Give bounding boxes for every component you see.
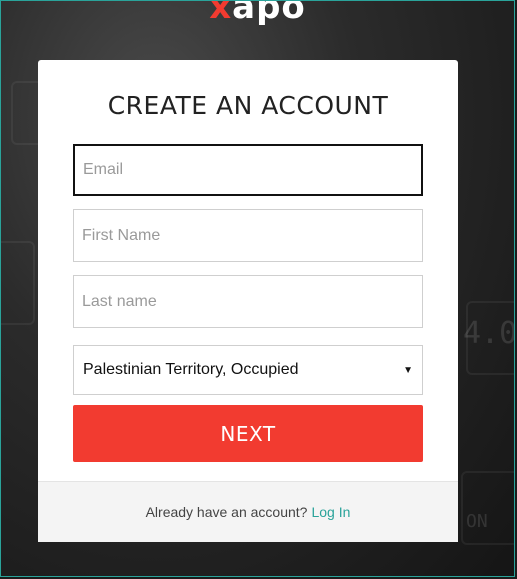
keyboard-key-decoration bbox=[461, 471, 514, 545]
signup-card: CREATE AN ACCOUNT Palestinian Territory,… bbox=[38, 60, 458, 542]
login-link[interactable]: Log In bbox=[311, 504, 350, 520]
first-name-input[interactable] bbox=[73, 209, 423, 262]
background-key-text: 4.0 bbox=[463, 316, 515, 351]
last-name-input[interactable] bbox=[73, 275, 423, 328]
account-prompt: Already have an account? bbox=[145, 504, 308, 520]
background-key-text: ON bbox=[466, 511, 488, 532]
country-select-value: Palestinian Territory, Occupied bbox=[83, 361, 299, 378]
logo-text: apo bbox=[232, 0, 306, 27]
dropdown-arrow-icon: ▼ bbox=[403, 364, 413, 376]
xapo-logo[interactable]: xapo bbox=[1, 0, 514, 27]
next-button[interactable]: NEXT bbox=[73, 405, 423, 462]
country-select[interactable]: Palestinian Territory, Occupied ▼ bbox=[73, 345, 423, 395]
next-button-label: NEXT bbox=[220, 421, 276, 446]
page-title: CREATE AN ACCOUNT bbox=[107, 91, 389, 120]
logo-x: x bbox=[209, 0, 233, 27]
card-footer: Already have an account? Log In bbox=[38, 481, 458, 542]
email-input[interactable] bbox=[73, 144, 423, 196]
keyboard-key-decoration bbox=[1, 241, 35, 325]
